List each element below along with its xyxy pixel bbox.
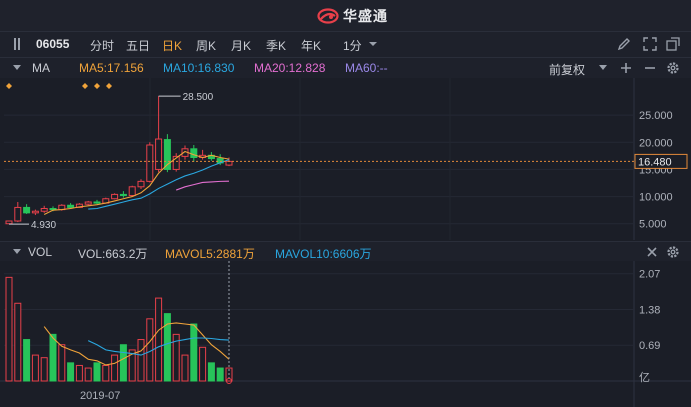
volume-bar xyxy=(216,367,224,382)
close-panel-icon[interactable] xyxy=(646,246,658,258)
add-indicator-icon[interactable] xyxy=(620,62,632,74)
candle-body xyxy=(67,204,75,208)
vol-collapse-chevron-icon[interactable] xyxy=(12,248,22,256)
tab-intraday[interactable]: 分时 xyxy=(90,37,114,54)
tab-yearly-k[interactable]: 年K xyxy=(301,37,321,54)
candle-body xyxy=(93,201,101,204)
event-marker-icon xyxy=(94,83,100,89)
candle-body xyxy=(190,148,198,158)
low-price-label: 4.930 xyxy=(31,220,56,231)
volume-bar xyxy=(75,364,83,382)
chevron-down-icon[interactable] xyxy=(368,39,378,49)
minimize-panel-icon[interactable] xyxy=(644,62,656,74)
volume-bar xyxy=(190,323,198,382)
period-toolbar: 06055 分时 五日 日K 周K 月K 季K 年K 1分 xyxy=(0,32,691,58)
volume-bar xyxy=(137,339,145,382)
app-root: 华盛通 06055 分时 五日 日K 周K 月K 季K 年K 1分 MA MA5… xyxy=(0,0,691,407)
volume-bar xyxy=(93,362,101,382)
volume-bar xyxy=(40,357,48,382)
vol-label: VOL xyxy=(28,245,53,259)
event-marker-icon xyxy=(82,83,88,89)
candle-body xyxy=(84,201,92,205)
volume-bar xyxy=(14,302,22,382)
stock-code: 06055 xyxy=(36,37,70,51)
candle-body xyxy=(119,193,127,196)
volume-chart[interactable]: 2.07 1.38 0.69 亿 2019-07 xyxy=(0,261,691,407)
adjust-chevron-icon[interactable] xyxy=(598,64,608,72)
volume-bar xyxy=(84,367,92,382)
candle-body xyxy=(14,206,22,222)
ma10-value: MA10:16.830 xyxy=(163,61,235,75)
volume-bar xyxy=(5,276,13,382)
volume-bar xyxy=(199,346,207,382)
candle-body xyxy=(49,208,57,211)
tab-weekly-k[interactable]: 周K xyxy=(196,37,216,54)
candle-body xyxy=(155,138,163,170)
volume-bar xyxy=(207,362,215,382)
candle-body xyxy=(225,160,233,166)
volume-bar xyxy=(119,344,127,382)
tab-daily-k[interactable]: 日K xyxy=(162,37,182,54)
high-price-label: 28.500 xyxy=(183,92,214,103)
ma-indicator-bar: MA MA5:17.156 MA10:16.830 MA20:12.828 MA… xyxy=(0,58,691,78)
mavol10-value: MAVOL10:6606万 xyxy=(275,247,372,261)
ma5-value: MA5:17.156 xyxy=(79,61,144,75)
price-tick-label: 20.000 xyxy=(639,137,673,149)
brand-logo-icon xyxy=(317,8,339,24)
draw-pen-icon[interactable] xyxy=(617,37,631,51)
price-tick-label: 25.000 xyxy=(639,110,673,122)
candle-body xyxy=(31,210,39,214)
vol-tick-label: 0.69 xyxy=(639,340,660,352)
current-price-label: 16.480 xyxy=(638,156,672,168)
candle-body xyxy=(5,220,13,225)
candle-body xyxy=(137,180,145,188)
title-bar: 华盛通 xyxy=(0,0,691,32)
candle-body xyxy=(111,193,119,200)
candle-body xyxy=(40,208,48,212)
ma20-value: MA20:12.828 xyxy=(254,61,326,75)
sidebar-toggle-icon[interactable] xyxy=(12,37,26,51)
adjust-select[interactable]: 前复权 xyxy=(549,61,585,78)
candle-body xyxy=(23,206,31,214)
price-tick-label: 5.000 xyxy=(639,219,667,231)
vol-indicator-bar: VOL VOL:663.2万 MAVOL5:2881万 MAVOL10:6606… xyxy=(0,241,691,261)
vol-value: VOL:663.2万 xyxy=(78,247,148,261)
volume-bar xyxy=(111,354,119,382)
brand: 华盛通 xyxy=(317,7,388,25)
volume-bar xyxy=(23,339,31,382)
ma-label: MA xyxy=(32,61,50,75)
vol-tick-label: 1.38 xyxy=(639,304,660,316)
volume-bar xyxy=(49,333,57,382)
brand-name: 华盛通 xyxy=(343,8,388,24)
vol-unit-label: 亿 xyxy=(639,371,650,384)
date-tick-label: 2019-07 xyxy=(80,390,120,402)
collapse-chevron-icon[interactable] xyxy=(12,64,22,72)
volume-bar xyxy=(181,354,189,382)
volume-bar xyxy=(67,362,75,382)
tab-five-day[interactable]: 五日 xyxy=(126,37,150,54)
ma20-line xyxy=(176,180,230,191)
tab-quarterly-k[interactable]: 季K xyxy=(266,37,286,54)
tab-monthly-k[interactable]: 月K xyxy=(231,37,251,54)
volume-bar xyxy=(58,344,66,382)
price-chart[interactable]: 28.5004.930 25.00020.00015.00010.0005.00… xyxy=(0,78,691,240)
candle-body xyxy=(128,186,136,196)
mavol5-value: MAVOL5:2881万 xyxy=(165,247,255,261)
event-marker-icon xyxy=(106,83,112,89)
candle-body xyxy=(146,144,154,182)
price-tick-label: 10.000 xyxy=(639,192,673,204)
settings-gear-icon[interactable] xyxy=(666,61,680,75)
volume-bar xyxy=(155,297,163,382)
volume-bar xyxy=(102,364,110,382)
vol-tick-label: 2.07 xyxy=(639,269,660,281)
interval-select[interactable]: 1分 xyxy=(343,37,362,54)
popout-icon[interactable] xyxy=(666,37,680,51)
event-marker-icon xyxy=(6,83,12,89)
ma60-value: MA60:-- xyxy=(345,61,388,75)
fullscreen-icon[interactable] xyxy=(643,37,657,51)
volume-bar xyxy=(31,354,39,382)
vol-settings-gear-icon[interactable] xyxy=(666,245,680,259)
